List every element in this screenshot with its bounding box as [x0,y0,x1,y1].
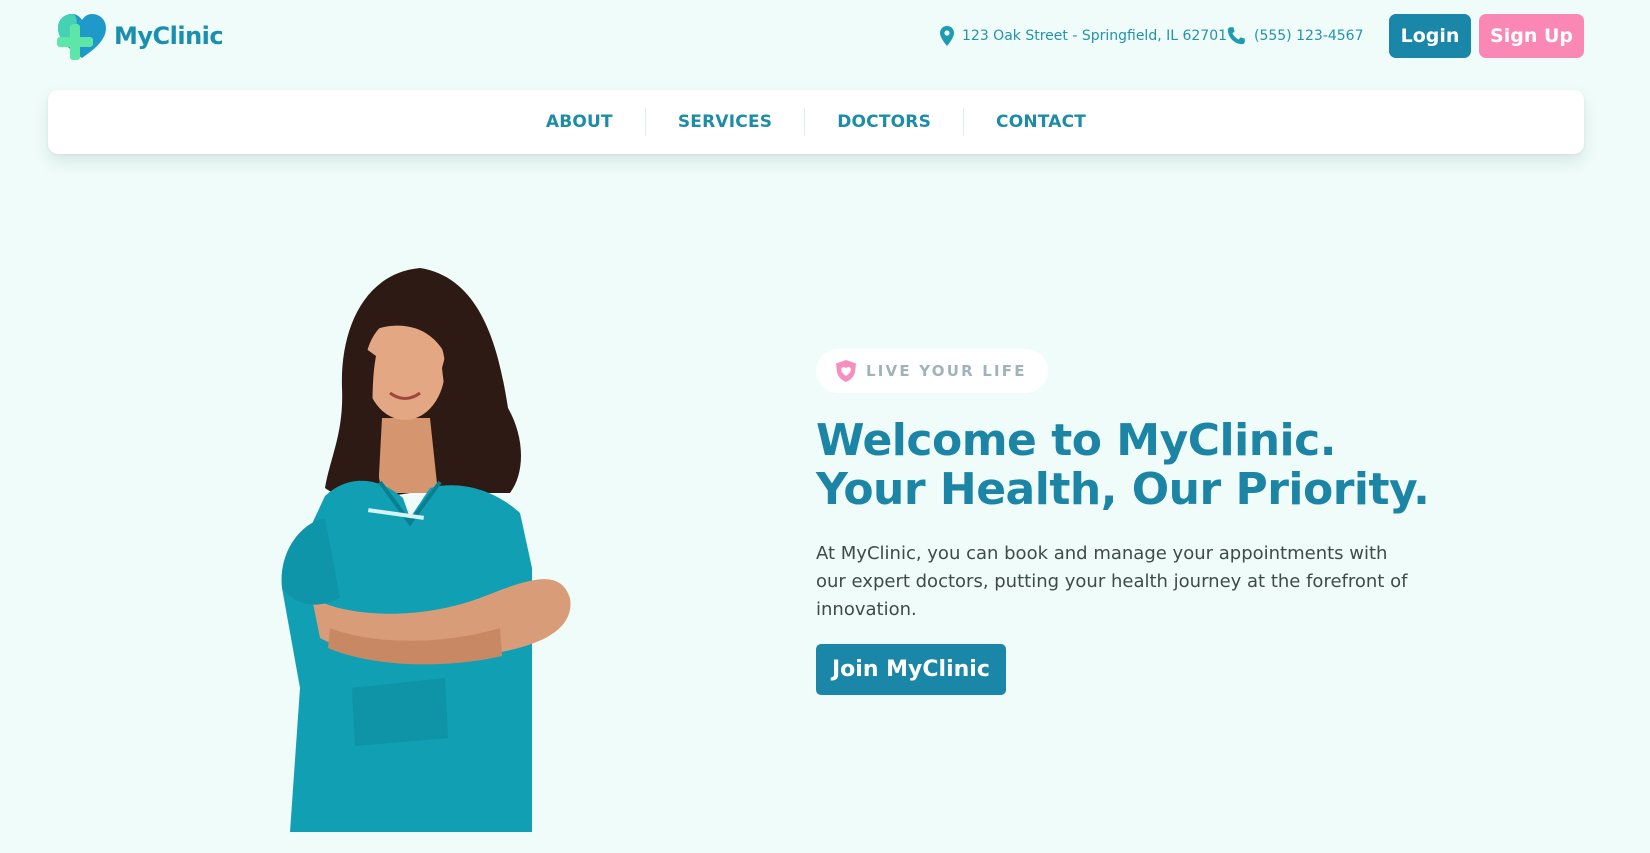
logo-link[interactable]: MyClinic [54,10,224,62]
hero-section: LIVE YOUR LIFE Welcome to MyClinic. Your… [816,349,1456,695]
page: MyClinic 123 Oak Street - Springfield, I… [0,0,1650,853]
nav-item-doctors[interactable]: DOCTORS [805,112,963,132]
tagline-text: LIVE YOUR LIFE [866,362,1027,380]
map-pin-icon [940,26,954,46]
phone-number[interactable]: (555) 123-4567 [1254,28,1364,44]
shield-heart-icon [836,360,856,382]
top-bar: MyClinic 123 Oak Street - Springfield, I… [0,0,1650,72]
main-nav: ABOUT SERVICES DOCTORS CONTACT [48,90,1584,154]
signup-button[interactable]: Sign Up [1479,14,1584,58]
doctor-photo [281,268,571,832]
hero-description: At MyClinic, you can book and manage you… [816,543,1408,620]
tagline-badge: LIVE YOUR LIFE [816,349,1048,393]
join-button[interactable]: Join MyClinic [816,644,1006,695]
nav-item-services[interactable]: SERVICES [646,112,804,132]
address-info: 123 Oak Street - Springfield, IL 62701 [940,24,1227,48]
nav-item-about[interactable]: ABOUT [514,112,645,132]
nav-item-contact[interactable]: CONTACT [964,112,1118,132]
login-button[interactable]: Login [1389,14,1471,58]
heart-cross-icon [57,14,106,60]
hero-title: Welcome to MyClinic. Your Health, Our Pr… [816,415,1430,515]
phone-info: (555) 123-4567 [1226,24,1364,48]
phone-icon [1227,27,1245,45]
address-text: 123 Oak Street - Springfield, IL 62701 [962,28,1228,44]
brand-name: MyClinic [114,22,224,50]
